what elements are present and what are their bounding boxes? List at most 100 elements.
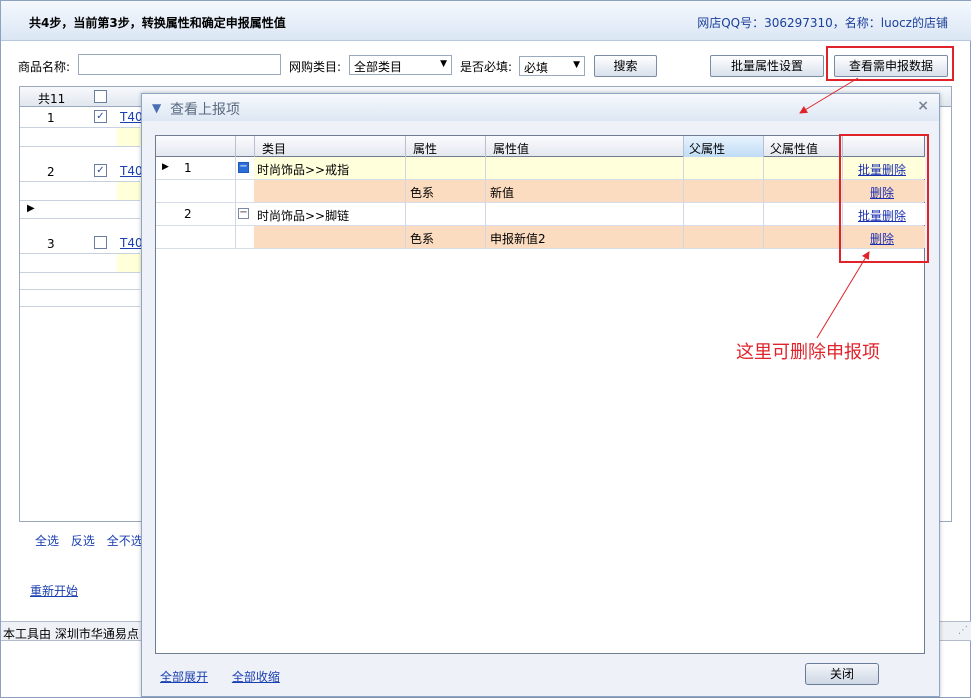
- required-select-value: 必填: [524, 61, 549, 75]
- declare-items-dialog: ▼ 查看上报项 × 类目 属性 属性值 父属性 父属性值 ▶ 1 − 时尚饰品>…: [141, 93, 940, 697]
- column-separator: [485, 226, 486, 248]
- product-link[interactable]: T40: [120, 110, 143, 124]
- required-select[interactable]: 必填 ▼: [519, 56, 585, 76]
- column-separator: [405, 180, 406, 202]
- column-separator: [235, 203, 236, 225]
- dialog-footer-links: 全部展开 全部收缩: [160, 668, 300, 685]
- annotation-highlight-box: [839, 134, 929, 263]
- category-label: 网购类目:: [289, 60, 342, 74]
- column-separator: [235, 136, 236, 157]
- row-data: 色系 申报新值2 删除: [254, 226, 925, 248]
- table-row[interactable]: ▶ 1 − 时尚饰品>>戒指 批量删除: [156, 157, 925, 180]
- category-cell: 时尚饰品>>戒指: [257, 163, 350, 177]
- column-separator: [485, 157, 486, 179]
- status-text: 本工具由 深圳市华通易点: [3, 627, 139, 641]
- select-none-link[interactable]: 全不选: [107, 534, 143, 548]
- row-data: 时尚饰品>>戒指 批量删除: [254, 157, 925, 179]
- column-header-parent-value[interactable]: 父属性值: [770, 140, 818, 157]
- column-header-parent-attr[interactable]: 父属性: [689, 140, 725, 157]
- row-highlight: [117, 128, 141, 146]
- attr-value-cell: 新值: [490, 186, 515, 200]
- row-divider: [20, 218, 140, 219]
- table-row[interactable]: 色系 新值 删除: [156, 180, 925, 203]
- search-button[interactable]: 搜索: [594, 55, 657, 77]
- column-separator: [763, 180, 764, 202]
- category-select-value: 全部类目: [354, 60, 403, 74]
- column-separator: [763, 203, 764, 225]
- table-row[interactable]: 色系 申报新值2 删除: [156, 226, 925, 249]
- row-number: 1: [184, 161, 192, 175]
- selection-links: 全选 反选 全不选: [35, 532, 151, 549]
- attr-value-cell: 申报新值2: [490, 232, 546, 246]
- category-cell: 时尚饰品>>脚链: [257, 209, 350, 223]
- column-separator: [763, 226, 764, 248]
- header-bar: 共4步，当前第3步，转换属性和确定申报属性值 网店QQ号：306297310，名…: [1, 1, 971, 41]
- product-link[interactable]: T40: [120, 164, 143, 178]
- row-data: 时尚饰品>>脚链 批量删除: [254, 203, 925, 225]
- column-separator: [683, 180, 684, 202]
- product-link[interactable]: T40: [120, 236, 143, 250]
- chevron-down-icon: ▼: [573, 60, 580, 70]
- product-name-input[interactable]: [78, 54, 281, 75]
- column-separator: [235, 226, 236, 248]
- grid-header: 类目 属性 属性值 父属性 父属性值: [156, 136, 924, 157]
- column-header-attribute[interactable]: 属性: [413, 140, 437, 157]
- row-divider: [20, 289, 140, 290]
- column-separator: [683, 136, 684, 157]
- select-all-checkbox[interactable]: [94, 90, 107, 103]
- column-header-attr-value[interactable]: 属性值: [493, 140, 529, 157]
- row-checkbox[interactable]: ✓: [94, 164, 107, 177]
- row-divider: [20, 146, 140, 147]
- column-header-category[interactable]: 类目: [262, 140, 286, 157]
- chevron-down-icon: ▼: [440, 59, 447, 69]
- current-row-pointer-icon: ▶: [162, 162, 169, 172]
- close-icon[interactable]: ×: [917, 98, 929, 114]
- column-separator: [254, 136, 255, 157]
- row-number: 3: [47, 237, 55, 251]
- column-separator: [485, 136, 486, 157]
- column-separator: [405, 203, 406, 225]
- column-separator: [235, 157, 236, 179]
- collapse-icon[interactable]: −: [238, 208, 249, 219]
- row-count: 共11: [38, 92, 66, 106]
- close-button[interactable]: 关闭: [805, 663, 879, 685]
- dialog-title: 查看上报项: [170, 102, 240, 118]
- column-separator: [485, 203, 486, 225]
- attribute-cell: 色系: [410, 232, 435, 246]
- invert-selection-link[interactable]: 反选: [71, 534, 95, 548]
- declare-items-grid: 类目 属性 属性值 父属性 父属性值 ▶ 1 − 时尚饰品>>戒指 批量删除 色…: [155, 135, 925, 654]
- annotation-highlight-box: [826, 46, 954, 81]
- column-separator: [405, 226, 406, 248]
- row-checkbox[interactable]: ✓: [94, 110, 107, 123]
- row-data: 色系 新值 删除: [254, 180, 925, 202]
- shop-info: 网店QQ号：306297310，名称：luocz的店铺: [697, 16, 948, 30]
- row-number: 1: [47, 111, 55, 125]
- row-highlight: [117, 182, 141, 200]
- category-select[interactable]: 全部类目 ▼: [349, 55, 452, 75]
- column-separator: [405, 136, 406, 157]
- table-row[interactable]: 2 − 时尚饰品>>脚链 批量删除: [156, 203, 925, 226]
- row-divider: [20, 306, 140, 307]
- expand-all-link[interactable]: 全部展开: [160, 670, 208, 684]
- collapse-icon[interactable]: −: [238, 162, 249, 173]
- column-separator: [405, 157, 406, 179]
- column-separator: [763, 157, 764, 179]
- row-number: 2: [47, 165, 55, 179]
- batch-attr-button[interactable]: 批量属性设置: [710, 55, 824, 77]
- row-checkbox[interactable]: [94, 236, 107, 249]
- attribute-cell: 色系: [410, 186, 435, 200]
- annotation-note: 这里可删除申报项: [736, 342, 880, 363]
- restart-link[interactable]: 重新开始: [30, 582, 78, 599]
- collapse-all-link[interactable]: 全部收缩: [232, 670, 280, 684]
- select-all-link[interactable]: 全选: [35, 534, 59, 548]
- product-name-label: 商品名称:: [18, 60, 71, 74]
- row-divider: [20, 200, 140, 201]
- row-highlight: [117, 254, 141, 272]
- column-separator: [683, 157, 684, 179]
- column-separator: [763, 136, 764, 157]
- required-label: 是否必填:: [460, 60, 513, 74]
- dialog-title-bar: ▼ 查看上报项 ×: [142, 94, 939, 121]
- column-separator: [235, 180, 236, 202]
- dialog-icon: ▼: [152, 101, 162, 115]
- step-title: 共4步，当前第3步，转换属性和确定申报属性值: [29, 16, 286, 30]
